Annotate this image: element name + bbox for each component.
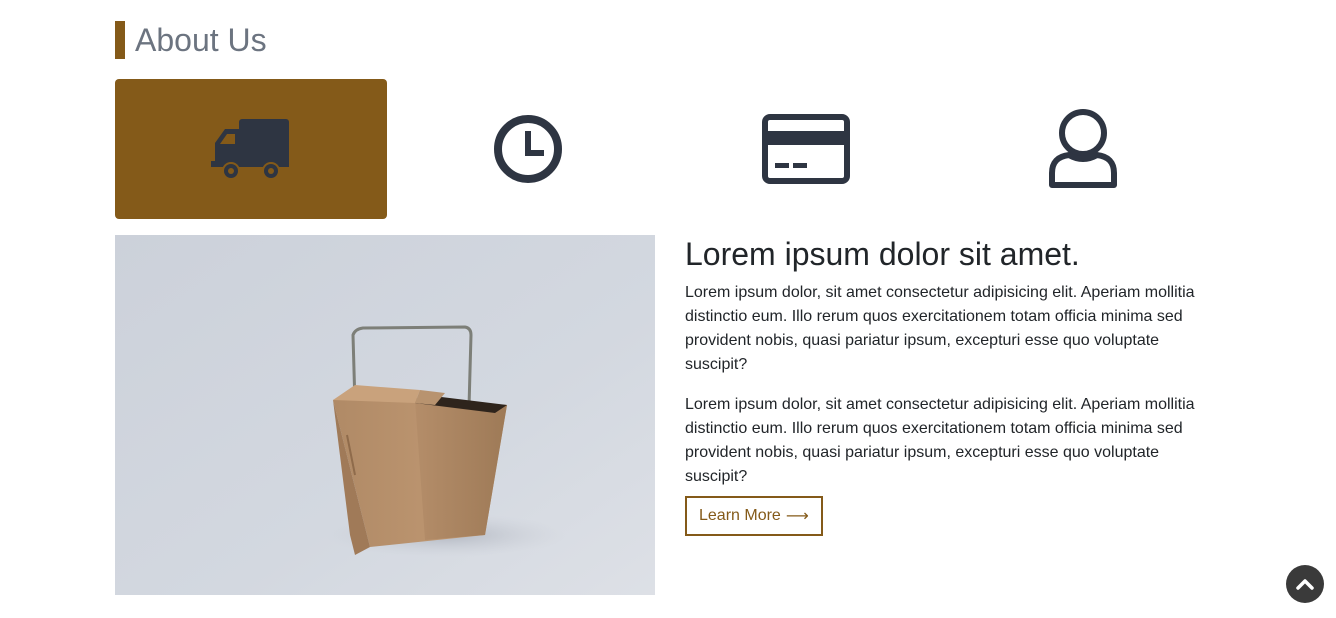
user-icon: [1048, 109, 1117, 188]
paragraph-1: Lorem ipsum dolor, sit amet consectetur …: [685, 284, 1195, 373]
arrow-right-icon: ⟶: [785, 508, 809, 525]
tab-delivery[interactable]: [115, 79, 387, 219]
about-content: Lorem ipsum dolor sit amet. Lorem ipsum …: [685, 235, 1210, 536]
feature-tabs: [115, 79, 1225, 219]
scroll-to-top-button[interactable]: [1286, 565, 1324, 603]
clock-icon: [494, 115, 563, 183]
section-header: About Us: [115, 21, 267, 59]
learn-more-button[interactable]: Learn More ⟶: [685, 496, 823, 536]
truck-icon: [211, 119, 289, 180]
learn-more-label: Learn More: [699, 507, 781, 524]
page-title: About Us: [135, 22, 267, 58]
chevron-up-icon: [1296, 579, 1314, 590]
content-heading: Lorem ipsum dolor sit amet.: [685, 236, 1080, 272]
paragraph-2: Lorem ipsum dolor, sit amet consectetur …: [685, 396, 1195, 485]
title-accent-bar: [115, 21, 125, 59]
credit-card-icon: [761, 114, 850, 184]
tab-account[interactable]: [947, 79, 1219, 219]
tab-hours[interactable]: [392, 79, 664, 219]
tab-payment[interactable]: [670, 79, 942, 219]
takeout-box-photo: [115, 235, 655, 595]
